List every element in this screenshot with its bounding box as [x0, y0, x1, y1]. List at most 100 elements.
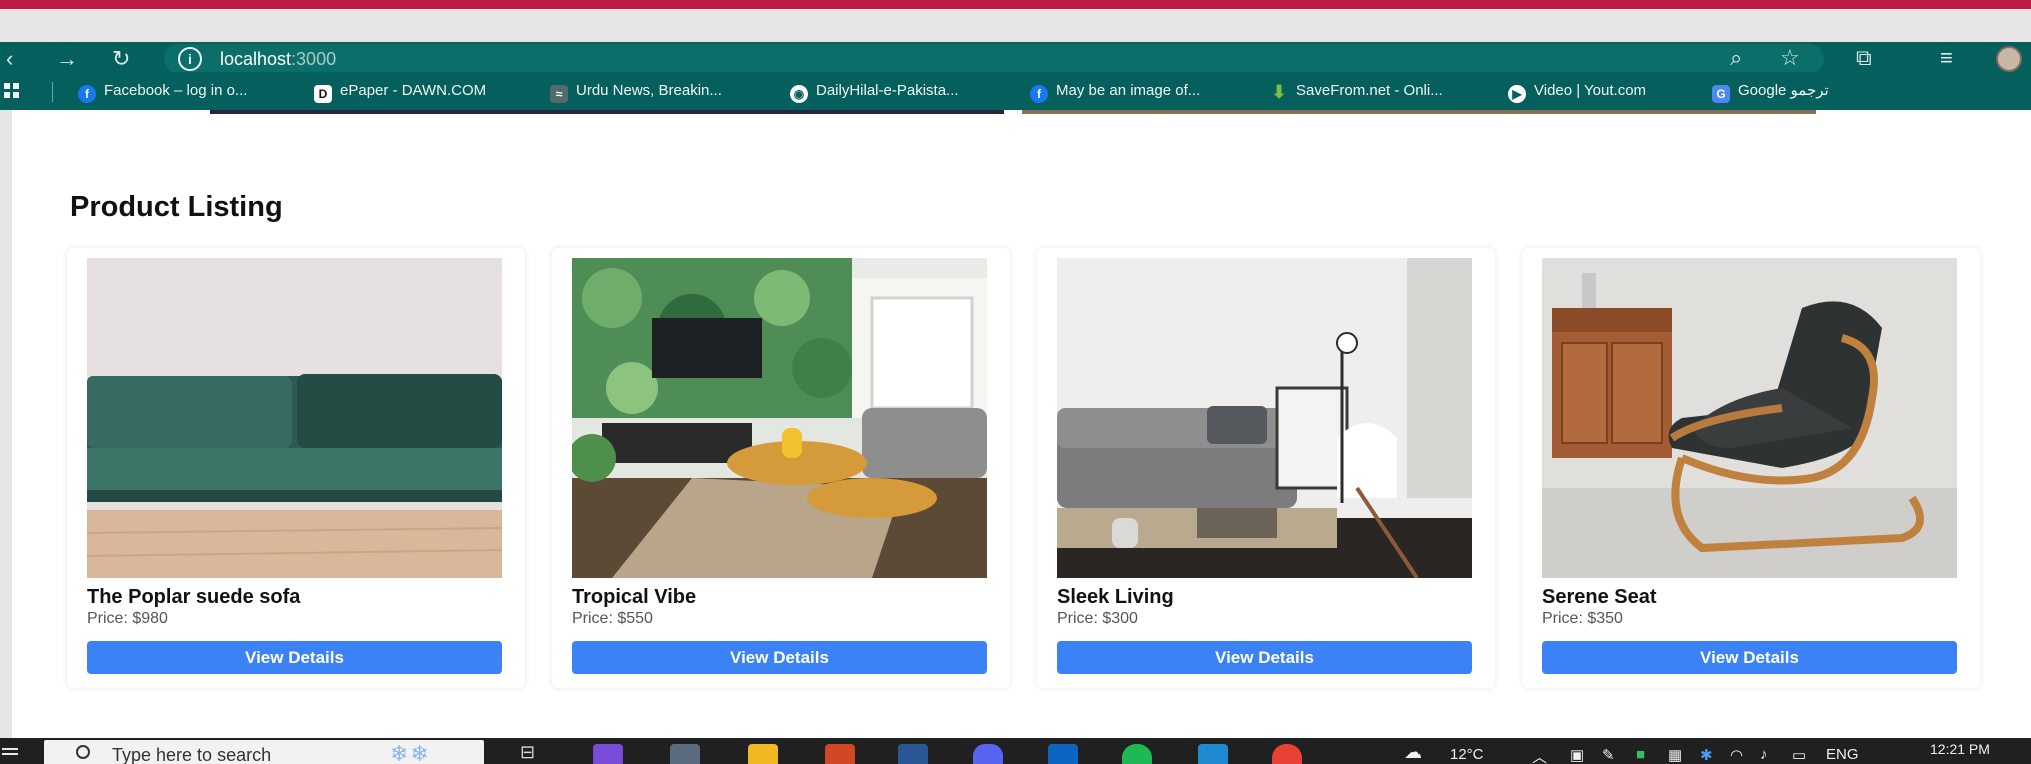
bookmark-facebook-image[interactable]: f May be an image of...: [1030, 81, 1201, 103]
dawn-icon: D: [314, 85, 332, 103]
tray-chevron-icon[interactable]: ︿: [1532, 746, 1547, 764]
bluetooth-icon[interactable]: ✱: [1700, 746, 1713, 764]
page-content: Product Listing The Poplar suede sofa Pr…: [12, 110, 2031, 738]
start-menu-icon[interactable]: [0, 742, 22, 764]
discord-icon[interactable]: [973, 744, 1003, 764]
product-image-sleek-living[interactable]: [1057, 258, 1472, 578]
bookmark-savefrom[interactable]: ⬇ SaveFrom.net - Onli...: [1270, 81, 1443, 102]
pen-icon[interactable]: ✎: [1602, 746, 1615, 764]
facebook-icon: f: [78, 85, 96, 103]
bookmark-label: Urdu News, Breakin...: [576, 82, 722, 99]
product-image-tropical[interactable]: [572, 258, 987, 578]
video-icon: ▶: [1508, 85, 1526, 103]
address-bar[interactable]: [164, 44, 1824, 74]
taskbar-search-placeholder: Type here to search: [112, 745, 272, 764]
view-details-button[interactable]: View Details: [1542, 641, 1957, 674]
back-arrow-icon[interactable]: ‹: [6, 46, 13, 72]
product-price: Price: $550: [572, 610, 653, 627]
sofa-photo: [87, 258, 502, 578]
translate-icon: G: [1712, 85, 1730, 103]
red-accent-line: [0, 0, 2031, 9]
bookmark-label: Video | Yout.com: [1534, 82, 1647, 99]
bookmarks-divider: [52, 82, 53, 102]
weather-icon: ☁: [1404, 742, 1422, 762]
product-name: The Poplar suede sofa: [87, 586, 301, 608]
bookmark-star-icon[interactable]: ☆: [1780, 45, 1800, 71]
address-bar-url[interactable]: localhost:3000: [220, 48, 336, 70]
product-card: Serene Seat Price: $350 View Details: [1522, 248, 1980, 688]
view-details-button[interactable]: View Details: [87, 641, 502, 674]
taskbar-clock[interactable]: 12:21 PM: [1930, 741, 1990, 757]
linkedin-icon[interactable]: [1048, 744, 1078, 764]
weather-temperature: 12°C: [1450, 746, 1484, 763]
windows-taskbar: Type here to search ❄❄ ⊟ ☁ 12°C ︿ ▣ ✎ ■ …: [0, 738, 2031, 764]
slide-top-border: [0, 0, 2031, 42]
product-card: Sleek Living Price: $300 View Details: [1037, 248, 1495, 688]
view-details-button[interactable]: View Details: [572, 641, 987, 674]
chrome-icon[interactable]: [1272, 744, 1302, 764]
product-price: Price: $300: [1057, 610, 1138, 627]
product-image-serene-seat[interactable]: [1542, 258, 1957, 578]
media-control-icon[interactable]: ≡: [1940, 45, 1953, 71]
zoom-icon[interactable]: ⌕: [1730, 45, 1742, 71]
site-info-icon[interactable]: i: [178, 47, 202, 71]
snowflake-icon: ❄❄: [390, 741, 431, 764]
bookmark-label: Facebook – log in o...: [104, 82, 248, 99]
hero-image-edge-left: [210, 110, 1004, 114]
battery-icon[interactable]: ▭: [1792, 746, 1806, 764]
hero-image-edge-right: [1022, 110, 1816, 114]
bookmark-label: ePaper - DAWN.COM: [340, 82, 487, 99]
facebook-icon: f: [1030, 85, 1048, 103]
product-name: Sleek Living: [1057, 586, 1174, 608]
tropical-room-photo: [572, 258, 987, 578]
copilot-icon[interactable]: [593, 744, 623, 764]
product-name: Tropical Vibe: [572, 586, 697, 608]
sleek-living-photo: [1057, 258, 1472, 578]
globe-icon: ◉: [790, 85, 808, 103]
powerpoint-icon[interactable]: [825, 744, 855, 764]
bookmark-urdu-news[interactable]: ≈ Urdu News, Breakin...: [550, 81, 722, 103]
bookmark-label: SaveFrom.net - Onli...: [1296, 82, 1443, 99]
view-details-button[interactable]: View Details: [1057, 641, 1472, 674]
extensions-icon[interactable]: ⧉: [1856, 45, 1872, 71]
tray-badge-icon[interactable]: ■: [1636, 746, 1645, 763]
bookmark-label: Google ترجمو: [1738, 82, 1829, 99]
search-icon: [76, 745, 90, 759]
section-title: Product Listing: [70, 191, 283, 223]
volume-icon[interactable]: ♪: [1760, 746, 1768, 763]
slide-left-border: [0, 110, 12, 738]
bookmark-youtube[interactable]: ▶ Video | Yout.com: [1508, 81, 1647, 103]
news-icon: ≈: [550, 85, 568, 103]
product-price: Price: $980: [87, 610, 168, 627]
bookmark-label: May be an image of...: [1056, 82, 1201, 99]
bookmarks-bar: f Facebook – log in o... DePaper - DAWN.C…: [0, 72, 2031, 110]
vscode-icon[interactable]: [1198, 744, 1228, 764]
armchair-photo: [1542, 258, 1957, 578]
language-indicator[interactable]: ENG: [1826, 746, 1859, 763]
bookmark-dailyhilal[interactable]: ◉ DailyHilal-e-Pakista...: [790, 81, 959, 103]
url-port: :3000: [291, 49, 337, 69]
profile-avatar[interactable]: [1996, 46, 2022, 72]
product-name: Serene Seat: [1542, 586, 1657, 608]
bookmark-label: DailyHilal-e-Pakista...: [816, 82, 959, 99]
product-card: The Poplar suede sofa Price: $980 View D…: [67, 248, 525, 688]
bookmark-dawn[interactable]: DePaper - DAWN.COM: [314, 81, 487, 103]
word-icon[interactable]: [898, 744, 928, 764]
bookmark-google-translate[interactable]: G Google ترجمو: [1712, 81, 1829, 103]
spotify-icon[interactable]: [1122, 744, 1152, 764]
task-view-icon[interactable]: ⊟: [520, 742, 535, 763]
product-price: Price: $350: [1542, 610, 1623, 627]
camera-icon[interactable]: [670, 744, 700, 764]
product-card: Tropical Vibe Price: $550 View Details: [552, 248, 1010, 688]
file-explorer-icon[interactable]: [748, 744, 778, 764]
url-host: localhost: [220, 49, 292, 69]
tray-grid-icon[interactable]: ▦: [1668, 746, 1682, 764]
apps-grid-icon[interactable]: [4, 83, 20, 99]
product-image-sofa[interactable]: [87, 258, 502, 578]
tray-app-icon[interactable]: ▣: [1570, 746, 1584, 764]
reload-icon[interactable]: ↻: [112, 46, 130, 72]
forward-arrow-icon[interactable]: →: [56, 46, 78, 72]
wifi-icon[interactable]: ◠: [1730, 746, 1743, 764]
download-icon: ⬇: [1271, 82, 1287, 102]
bookmark-facebook[interactable]: f Facebook – log in o...: [78, 81, 248, 103]
